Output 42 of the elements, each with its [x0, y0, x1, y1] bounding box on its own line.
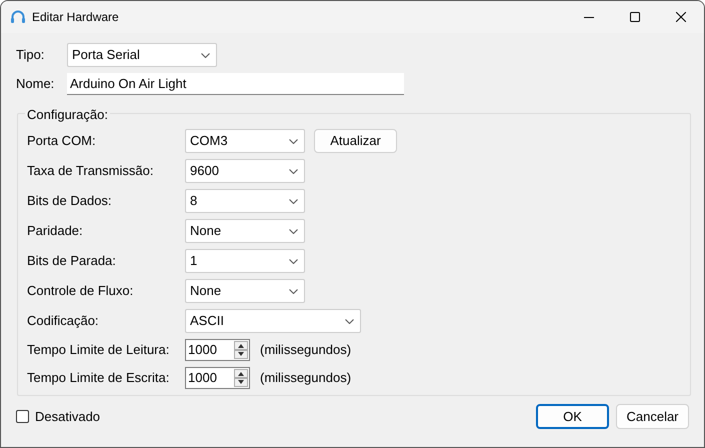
- field-label: Paridade:: [27, 222, 84, 240]
- dropdown[interactable]: None: [185, 219, 305, 243]
- spinner-arrows-icon[interactable]: [234, 369, 248, 387]
- name-field[interactable]: Arduino On Air Light: [67, 73, 404, 95]
- close-icon: [676, 12, 686, 22]
- chevron-down-icon: [289, 198, 298, 204]
- dropdown[interactable]: None: [185, 279, 305, 303]
- window-title: Editar Hardware: [32, 9, 119, 26]
- dialog-button[interactable]: Cancelar: [616, 404, 689, 429]
- chevron-down-icon: [289, 258, 298, 264]
- field-label: Nome:: [16, 75, 56, 94]
- field-label: Porta COM:: [27, 132, 97, 150]
- field-label: Tempo Limite de Leitura:: [27, 341, 170, 360]
- unit-label: (milissegundos): [260, 341, 352, 360]
- dropdown[interactable]: ASCII: [185, 309, 361, 333]
- field-label: Codificação:: [27, 312, 100, 330]
- dropdown[interactable]: 1: [185, 249, 305, 273]
- minimize-icon: [584, 16, 594, 18]
- field-label: Bits de Dados:: [27, 192, 113, 210]
- field-label: Bits de Parada:: [27, 252, 117, 270]
- number-spinner[interactable]: 1000: [185, 339, 250, 361]
- dropdown[interactable]: 9600: [185, 159, 305, 183]
- dropdown[interactable]: 8: [185, 189, 305, 213]
- dialog-button[interactable]: OK: [536, 404, 609, 429]
- chevron-down-icon: [345, 318, 354, 324]
- headphones-icon: [10, 9, 26, 25]
- field-label: Tempo Limite de Escrita:: [27, 369, 170, 388]
- maximize-icon: [630, 12, 640, 22]
- field-label: Controle de Fluxo:: [27, 282, 134, 300]
- number-spinner[interactable]: 1000: [185, 367, 250, 389]
- dropdown[interactable]: COM3: [185, 129, 305, 153]
- dropdown[interactable]: Porta Serial: [67, 43, 217, 67]
- spinner-arrows-icon[interactable]: [234, 341, 248, 359]
- field-label: Tipo:: [16, 46, 46, 64]
- chevron-down-icon: [201, 52, 210, 58]
- chevron-down-icon: [289, 288, 298, 294]
- chevron-down-icon: [289, 168, 298, 174]
- chevron-down-icon: [289, 138, 298, 144]
- field-label: Taxa de Transmissão:: [27, 162, 154, 180]
- refresh-button[interactable]: Atualizar: [314, 129, 397, 153]
- unit-label: (milissegundos): [260, 369, 352, 388]
- chevron-down-icon: [289, 228, 298, 234]
